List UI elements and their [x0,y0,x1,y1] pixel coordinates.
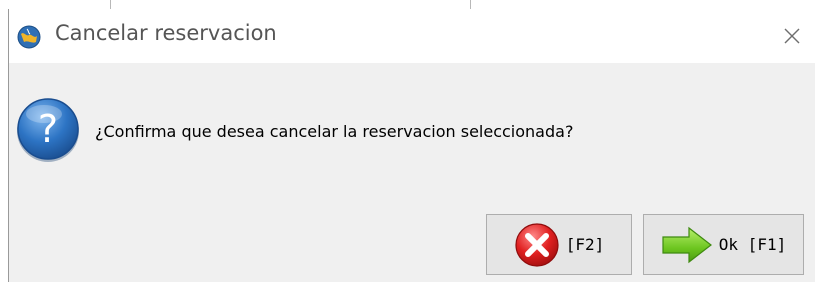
globe-app-icon [17,25,41,49]
cancel-button[interactable]: [F2] [486,214,632,275]
dialog-content: ? ¿Confirma que desea cancelar la reserv… [9,63,815,282]
confirmation-message: ¿Confirma que desea cancelar la reservac… [95,122,574,141]
close-icon [784,28,800,44]
ok-button[interactable]: Ok [F1] [643,214,804,275]
svg-text:?: ? [38,107,58,151]
cancel-button-label: [F2] [565,235,605,254]
title-bar[interactable]: Cancelar reservacion [9,9,815,63]
ok-button-label: Ok [F1] [718,235,787,254]
red-x-icon [515,222,559,267]
green-arrow-icon [662,226,712,263]
window-title: Cancelar reservacion [55,21,277,45]
confirm-dialog: Cancelar reservacion ? ¿Confirma que des… [8,9,815,282]
question-icon: ? [17,98,79,162]
close-button[interactable] [769,9,815,63]
